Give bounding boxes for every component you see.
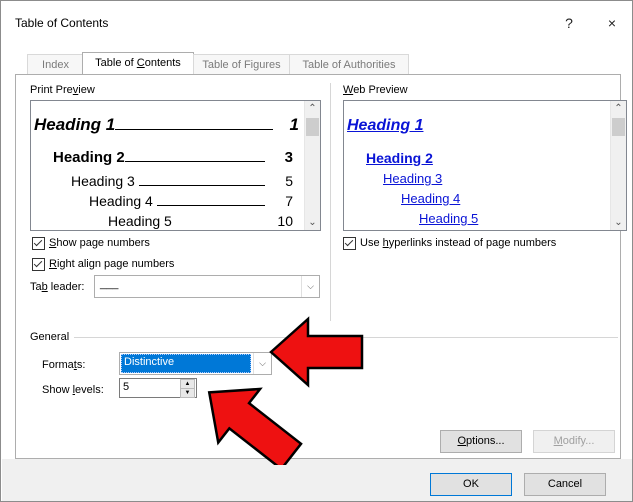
print-preview-box: Heading 11 Heading 23 Heading 3 5 Headin… <box>30 100 321 231</box>
scroll-down-icon[interactable]: ⌄ <box>305 215 320 230</box>
print-preview-line: Heading 11 <box>34 115 299 134</box>
web-preview-link[interactable]: Heading 2 <box>366 150 433 166</box>
web-preview-link[interactable]: Heading 5 <box>419 211 478 226</box>
tab-index[interactable]: Index <box>27 54 84 75</box>
print-preview-line: Heading 3 5 <box>71 173 293 189</box>
red-arrow-icon <box>269 316 364 388</box>
tab-table-of-figures[interactable]: Table of Figures <box>193 54 290 75</box>
scroll-thumb[interactable] <box>306 118 319 136</box>
column-divider <box>330 83 331 321</box>
help-button[interactable]: ? <box>554 11 584 35</box>
tab-leader-value: ___ <box>100 278 119 290</box>
print-preview-line: Heading 5 10 <box>108 213 293 229</box>
ok-button[interactable]: OK <box>430 473 512 496</box>
scroll-up-icon[interactable]: ⌃ <box>305 101 320 116</box>
checkbox-checked-icon <box>343 237 356 250</box>
formats-label: Formats: <box>42 359 86 371</box>
web-preview-box: Heading 1 Heading 2 Heading 3 Heading 4 … <box>343 100 627 231</box>
tab-leader-label: Tab leader: <box>30 281 85 293</box>
checkbox-checked-icon <box>32 237 45 250</box>
cancel-button[interactable]: Cancel <box>524 473 606 496</box>
dialog-title: Table of Contents <box>15 16 109 30</box>
print-preview-line: Heading 4 7 <box>89 193 293 209</box>
modify-button[interactable]: Modify... <box>533 430 615 453</box>
formats-dropdown[interactable]: Distinctive ⌵ <box>119 352 272 375</box>
tab-table-of-contents[interactable]: Table of Contents <box>82 52 194 76</box>
scroll-down-icon[interactable]: ⌄ <box>611 215 626 230</box>
print-preview-scrollbar[interactable]: ⌃ ⌄ <box>304 101 320 230</box>
red-arrow-icon <box>207 387 303 465</box>
scroll-thumb[interactable] <box>612 118 625 136</box>
options-button[interactable]: Options... <box>440 430 522 453</box>
general-label: General <box>30 331 70 343</box>
web-preview-label: Web Preview <box>343 84 408 96</box>
dialog-footer: OK Cancel <box>2 459 632 501</box>
spin-down-icon[interactable]: ▼ <box>180 388 195 398</box>
show-levels-value: 5 <box>123 381 130 393</box>
web-preview-scrollbar[interactable]: ⌃ ⌄ <box>610 101 626 230</box>
print-preview-label: Print Preview <box>30 84 95 96</box>
web-preview-link[interactable]: Heading 1 <box>347 117 423 135</box>
scroll-up-icon[interactable]: ⌃ <box>611 101 626 116</box>
print-preview-line: Heading 23 <box>53 149 293 166</box>
tab-panel: Print Preview Heading 11 Heading 23 Head… <box>15 74 627 459</box>
chevron-down-icon: ⌵ <box>301 276 319 297</box>
tab-table-of-authorities[interactable]: Table of Authorities <box>289 54 409 75</box>
formats-value: Distinctive <box>124 356 175 368</box>
close-button[interactable]: × <box>597 11 627 35</box>
show-levels-stepper[interactable]: 5 ▲ ▼ <box>119 378 197 398</box>
title-bar: Table of Contents ? × <box>1 1 632 45</box>
table-of-contents-dialog: Table of Contents ? × Index Table of Con… <box>0 0 633 502</box>
web-preview-link[interactable]: Heading 3 <box>383 171 442 186</box>
show-levels-label: Show levels: <box>42 384 104 396</box>
checkbox-checked-icon <box>32 258 45 271</box>
web-preview-link[interactable]: Heading 4 <box>401 191 460 206</box>
tab-leader-dropdown[interactable]: ___ ⌵ <box>94 275 320 298</box>
